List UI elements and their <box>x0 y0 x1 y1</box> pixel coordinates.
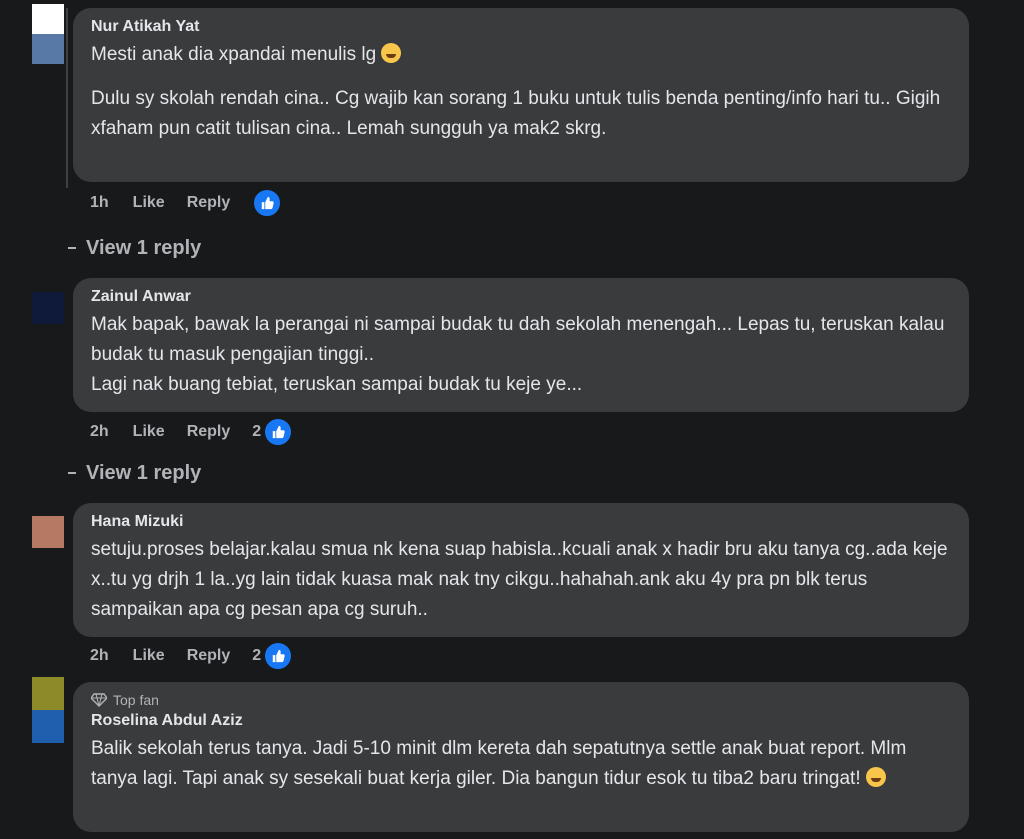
comment-author[interactable]: Nur Atikah Yat <box>91 18 951 36</box>
like-button[interactable]: Like <box>133 194 165 212</box>
comment-actions: 1h Like Reply <box>90 188 283 218</box>
view-replies-link[interactable]: View 1 reply <box>68 235 201 261</box>
avatar[interactable] <box>32 4 64 64</box>
comment-actions: 2h Like Reply 2 <box>90 641 294 671</box>
view-replies-label: View 1 reply <box>86 236 202 259</box>
reaction-count: 2 <box>252 423 262 440</box>
like-button[interactable]: Like <box>133 423 165 441</box>
comment-text: setuju.proses belajar.kalau smua nk kena… <box>91 539 953 620</box>
reply-button[interactable]: Reply <box>187 194 231 212</box>
comment-actions: 2h Like Reply 2 <box>90 417 294 447</box>
reaction-summary[interactable]: 2 <box>252 641 294 671</box>
comment-text: Mesti anak dia xpandai menulis lg <box>91 40 951 70</box>
view-replies-link[interactable]: View 1 reply <box>68 460 201 486</box>
top-fan-label: Top fan <box>113 692 159 708</box>
thread-line <box>66 8 68 188</box>
comment-author[interactable]: Hana Mizuki <box>91 513 951 531</box>
laughing-emoji-icon <box>381 43 402 63</box>
comment-paragraph: Mesti anak dia xpandai menulis lg <box>91 44 377 65</box>
avatar[interactable] <box>32 677 64 743</box>
comment-timestamp[interactable]: 2h <box>90 647 109 665</box>
comment-bubble: Zainul Anwar Mak bapak, bawak la peranga… <box>73 278 969 412</box>
comment-text: Balik sekolah terus tanya. Jadi 5-10 min… <box>91 734 951 794</box>
comment-paragraph: Balik sekolah terus tanya. Jadi 5-10 min… <box>91 738 912 789</box>
comment-author[interactable]: Roselina Abdul Aziz <box>91 712 951 730</box>
top-fan-badge: Top fan <box>91 692 951 708</box>
comment-timestamp[interactable]: 2h <box>90 423 109 441</box>
reply-button[interactable]: Reply <box>187 647 231 665</box>
avatar[interactable] <box>32 292 64 324</box>
dash-icon <box>68 472 76 474</box>
comment-timestamp[interactable]: 1h <box>90 194 109 212</box>
comment-text: Mak bapak, bawak la perangai ni sampai b… <box>91 314 945 395</box>
comment-bubble: Top fan Roselina Abdul Aziz Balik sekola… <box>73 682 969 832</box>
thumbs-up-icon <box>263 641 294 671</box>
comment-bubble: Nur Atikah Yat Mesti anak dia xpandai me… <box>73 8 969 182</box>
comment-bubble: Hana Mizuki setuju.proses belajar.kalau … <box>73 503 969 637</box>
like-button[interactable]: Like <box>133 647 165 665</box>
view-replies-label: View 1 reply <box>86 461 202 484</box>
reply-button[interactable]: Reply <box>187 423 231 441</box>
tired-emoji-icon <box>865 767 886 787</box>
dash-icon <box>68 247 76 249</box>
comment-paragraph: Dulu sy skolah rendah cina.. Cg wajib ka… <box>91 88 946 139</box>
reaction-count: 2 <box>252 647 262 664</box>
comment-author[interactable]: Zainul Anwar <box>91 288 951 306</box>
avatar[interactable] <box>32 516 64 548</box>
reaction-summary[interactable]: 2 <box>252 417 294 447</box>
thumbs-up-icon <box>252 188 283 218</box>
diamond-icon <box>91 693 107 707</box>
reaction-summary[interactable] <box>252 188 283 218</box>
thumbs-up-icon <box>263 417 294 447</box>
